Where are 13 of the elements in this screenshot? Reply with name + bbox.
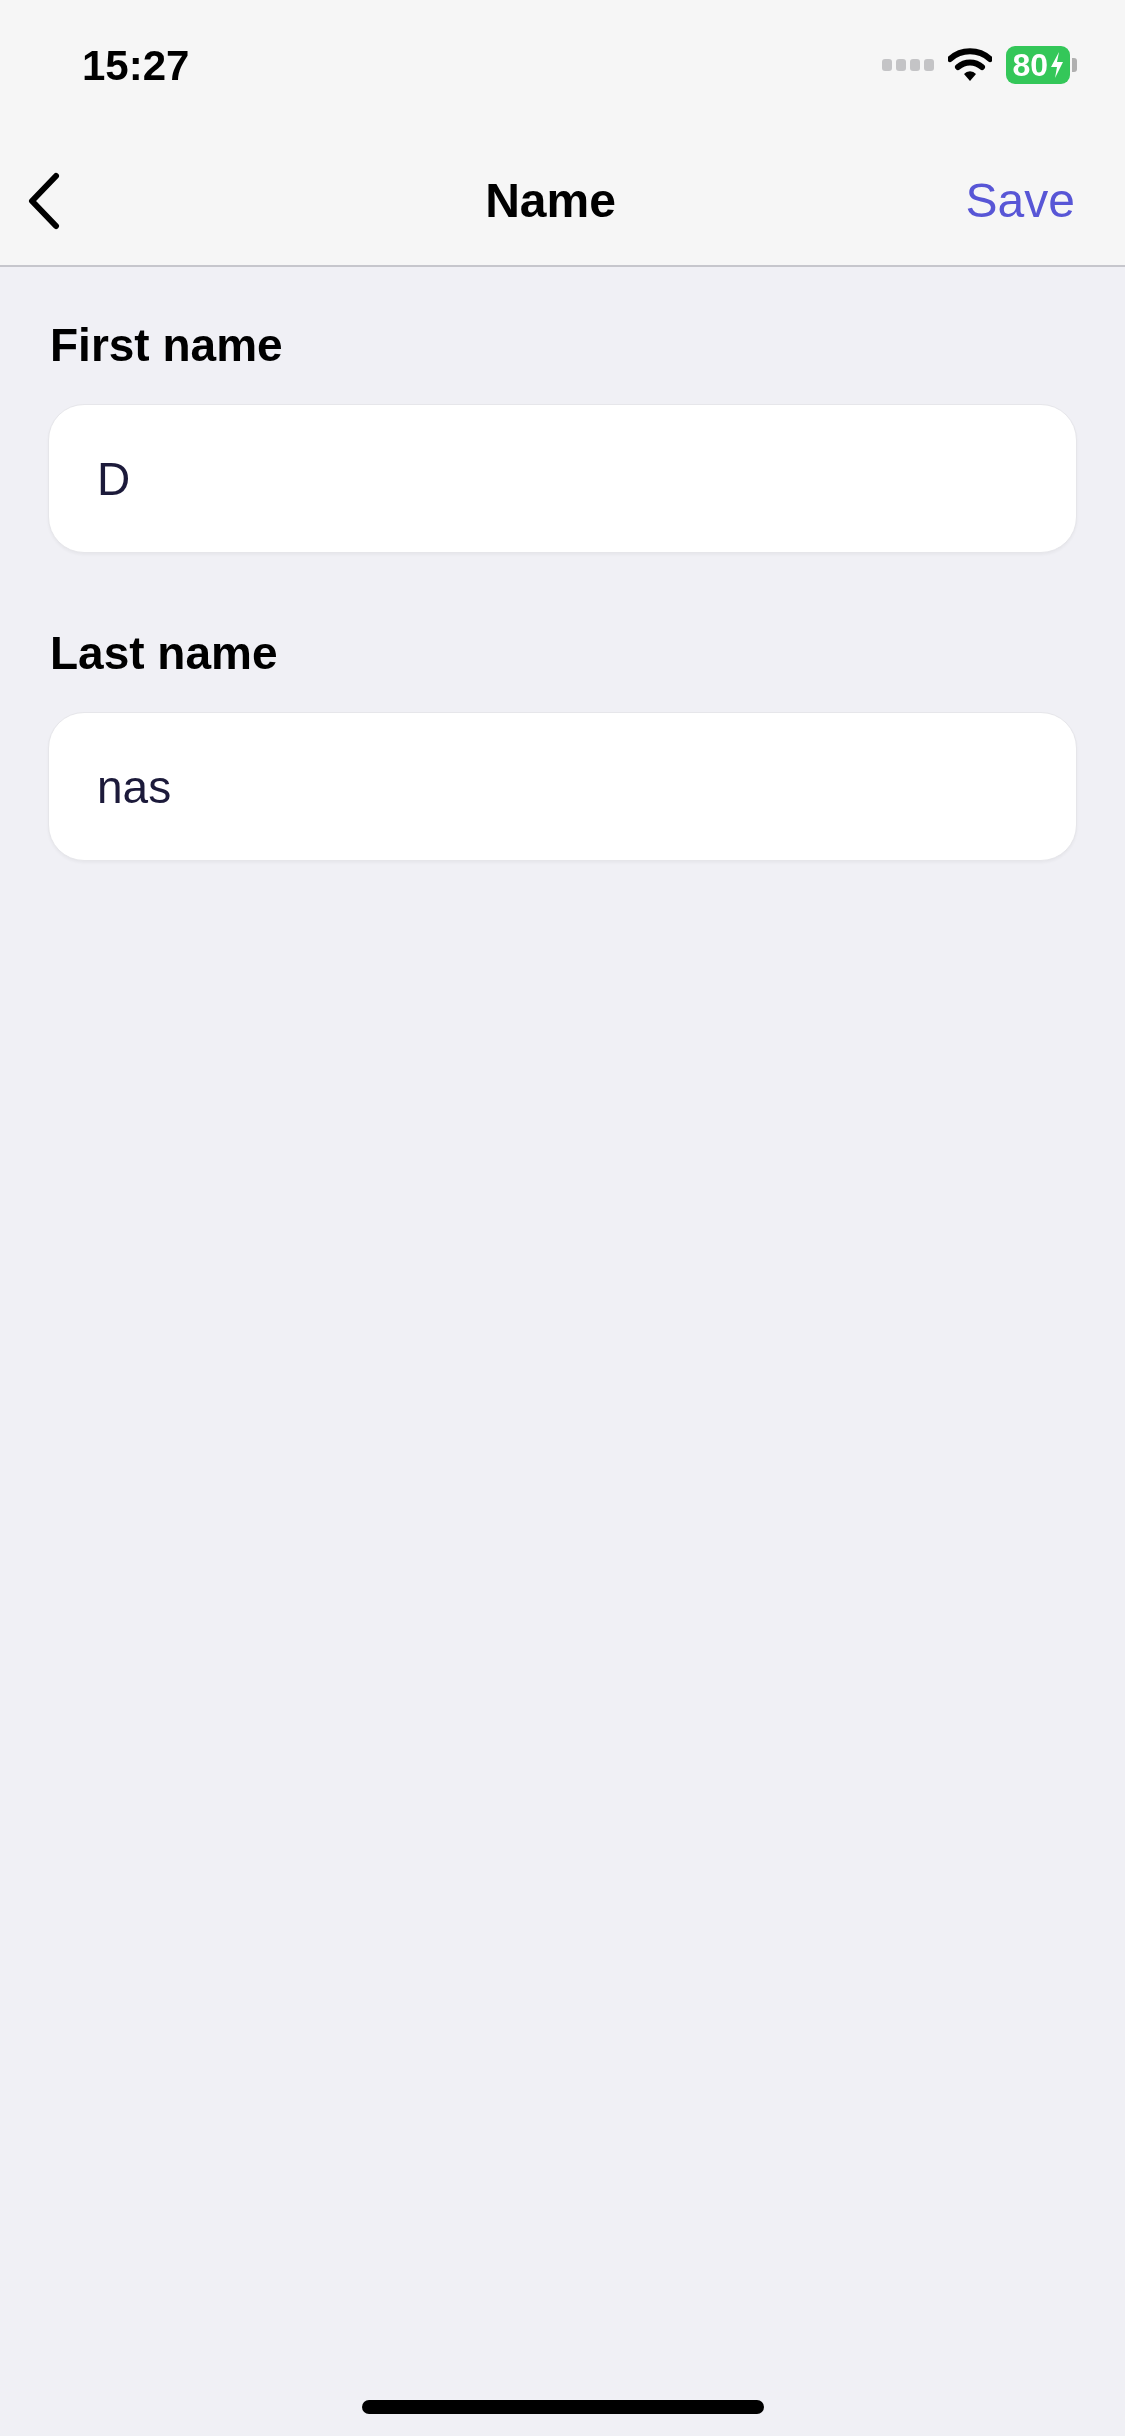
signal-icon xyxy=(882,59,935,71)
screen-title: Name xyxy=(485,172,616,229)
save-button[interactable]: Save xyxy=(965,164,1075,237)
back-button[interactable] xyxy=(26,171,62,230)
battery-tip xyxy=(1072,58,1077,72)
wifi-icon xyxy=(948,48,993,82)
input-field[interactable]: nas xyxy=(48,712,1077,861)
lightning-icon xyxy=(1050,52,1064,78)
field-label: Last name xyxy=(50,626,279,681)
input-field[interactable]: D xyxy=(48,404,1077,553)
battery-percentage: 80 xyxy=(1012,46,1048,85)
status-time: 15:27 xyxy=(82,40,190,91)
field-label: First name xyxy=(50,318,284,373)
